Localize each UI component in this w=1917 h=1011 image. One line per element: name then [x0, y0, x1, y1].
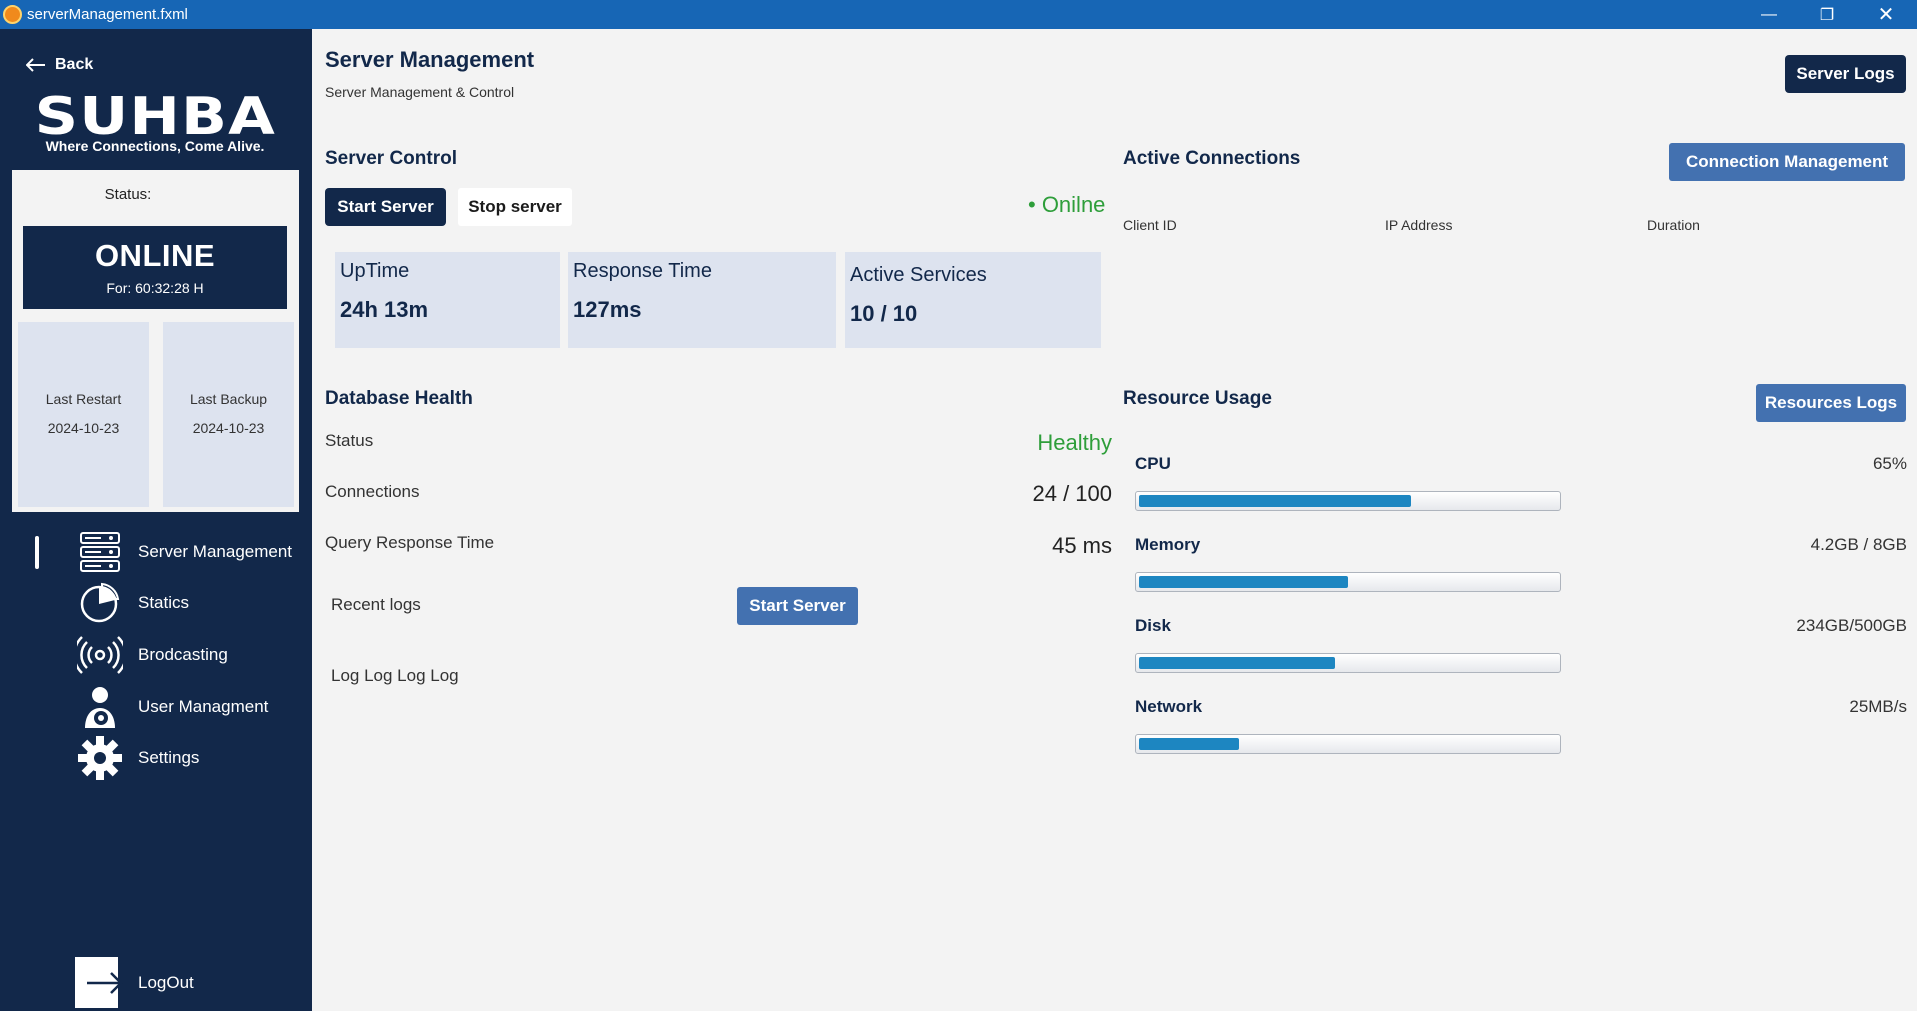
active-services-value: 10 / 10 — [850, 301, 918, 326]
minimize-icon[interactable]: — — [1740, 0, 1798, 29]
db-query-value: 45 ms — [1052, 533, 1112, 558]
connection-management-button[interactable]: Connection Management — [1669, 143, 1905, 181]
column-header-client-id: Client ID — [1123, 217, 1177, 233]
back-label: Back — [55, 56, 94, 73]
log-text: Log Log Log Log — [331, 666, 459, 685]
logout-icon — [75, 957, 123, 1008]
sidebar-item-label: Statics — [138, 593, 190, 612]
start-server-button[interactable]: Start Server — [325, 188, 446, 226]
recent-logs-start-server-button[interactable]: Start Server — [737, 587, 858, 625]
response-time-value: 127ms — [573, 297, 642, 322]
resource-name: Disk — [1135, 616, 1171, 635]
sidebar-item-settings[interactable]: Settings — [75, 734, 305, 782]
resource-value: 234GB/500GB — [1796, 616, 1907, 635]
last-restart-value: 2024-10-23 — [47, 420, 120, 436]
status-badge: ONLINE For: 60:32:28 H — [23, 226, 287, 309]
resource-value: 4.2GB / 8GB — [1810, 535, 1907, 554]
gear-icon — [75, 734, 125, 782]
logout-label: LogOut — [138, 972, 194, 992]
broadcast-icon — [75, 631, 125, 679]
resource-name: CPU — [1135, 454, 1171, 473]
status-label: Status: — [104, 186, 152, 203]
sidebar-item-label: Settings — [138, 748, 200, 767]
back-button[interactable]: Back — [26, 56, 93, 74]
column-header-ip-address: IP Address — [1385, 217, 1453, 233]
db-query-row: Query Response Time 45 ms — [325, 533, 1112, 558]
db-status-row: Status Healthy — [325, 430, 1112, 455]
window-title-bar: serverManagement.fxml — ❐ ✕ — [0, 0, 1917, 29]
server-logs-button[interactable]: Server Logs — [1785, 55, 1906, 93]
logout-button[interactable]: LogOut — [75, 957, 194, 1008]
sidebar-item-brodcasting[interactable]: Brodcasting — [75, 631, 305, 679]
last-restart-label: Last Restart — [45, 391, 122, 407]
tagline: Where Connections, Come Alive. — [45, 138, 265, 154]
db-status-value: Healthy — [1037, 430, 1112, 455]
close-icon[interactable]: ✕ — [1857, 0, 1915, 29]
page-title: Server Management — [325, 47, 535, 72]
sidebar-item-server-management[interactable]: Server Management — [75, 528, 305, 576]
progress-fill — [1139, 738, 1239, 750]
active-services-card: Active Services 10 / 10 — [845, 252, 1101, 348]
db-connections-value: 24 / 100 — [1032, 481, 1112, 506]
uptime-label: UpTime — [340, 260, 410, 282]
pie-chart-icon — [75, 579, 125, 627]
progress-fill — [1139, 495, 1411, 507]
progress-fill — [1139, 576, 1348, 588]
sidebar-item-user-managment[interactable]: User Managment — [75, 683, 305, 731]
resources-logs-button[interactable]: Resources Logs — [1756, 384, 1906, 422]
column-header-duration: Duration — [1647, 217, 1700, 233]
recent-logs-label: Recent logs — [331, 595, 421, 614]
last-backup-label: Last Backup — [189, 391, 268, 407]
last-backup-value: 2024-10-23 — [192, 420, 265, 436]
database-health-title: Database Health — [325, 388, 473, 409]
response-time-card: Response Time 127ms — [568, 252, 836, 348]
active-nav-indicator — [35, 536, 39, 569]
server-control-title: Server Control — [325, 148, 457, 169]
db-connections-row: Connections 24 / 100 — [325, 481, 1112, 506]
server-status-text: • Onilne — [1028, 192, 1106, 217]
resource-name: Network — [1135, 697, 1203, 716]
stop-server-button[interactable]: Stop server — [458, 188, 572, 226]
progress-fill — [1139, 657, 1335, 669]
resource-usage-title: Resource Usage — [1123, 388, 1272, 409]
memory-progress-bar — [1135, 572, 1561, 592]
disk-progress-bar — [1135, 653, 1561, 673]
active-services-label: Active Services — [850, 264, 987, 286]
sidebar-item-label: User Managment — [138, 697, 269, 716]
logo: SUHBA — [34, 87, 276, 147]
sidebar: Back SUHBA Where Connections, Come Alive… — [0, 29, 312, 1011]
restore-icon[interactable]: ❐ — [1798, 0, 1856, 29]
sidebar-item-label: Brodcasting — [138, 645, 228, 664]
db-status-label: Status — [325, 431, 374, 450]
last-restart-tile: Last Restart 2024-10-23 — [18, 322, 149, 507]
resource-value: 65% — [1872, 454, 1907, 473]
response-time-label: Response Time — [573, 260, 712, 282]
user-gear-icon — [75, 683, 125, 731]
page-subtitle: Server Management & Control — [325, 84, 515, 100]
resource-name: Memory — [1135, 535, 1201, 554]
server-rack-icon — [75, 528, 125, 576]
app-icon — [3, 5, 22, 24]
db-query-label: Query Response Time — [325, 533, 495, 552]
status-duration: For: 60:32:28 H — [106, 280, 204, 296]
sidebar-item-statics[interactable]: Statics — [75, 579, 305, 627]
network-progress-bar — [1135, 734, 1561, 754]
last-backup-tile: Last Backup 2024-10-23 — [163, 322, 294, 507]
active-connections-title: Active Connections — [1123, 148, 1301, 169]
uptime-card: UpTime 24h 13m — [335, 252, 560, 348]
window-title: serverManagement.fxml — [27, 6, 188, 23]
cpu-progress-bar — [1135, 491, 1561, 511]
arrow-left-icon — [26, 58, 45, 72]
status-value: ONLINE — [94, 238, 216, 273]
status-card: Status: ONLINE For: 60:32:28 H Last Rest… — [12, 170, 299, 512]
sidebar-item-label: Server Management — [138, 542, 293, 561]
db-connections-label: Connections — [325, 482, 420, 501]
uptime-value: 24h 13m — [340, 297, 429, 322]
resource-value: 25MB/s — [1849, 697, 1907, 716]
main-content: Server Management Server Management & Co… — [312, 29, 1917, 1011]
